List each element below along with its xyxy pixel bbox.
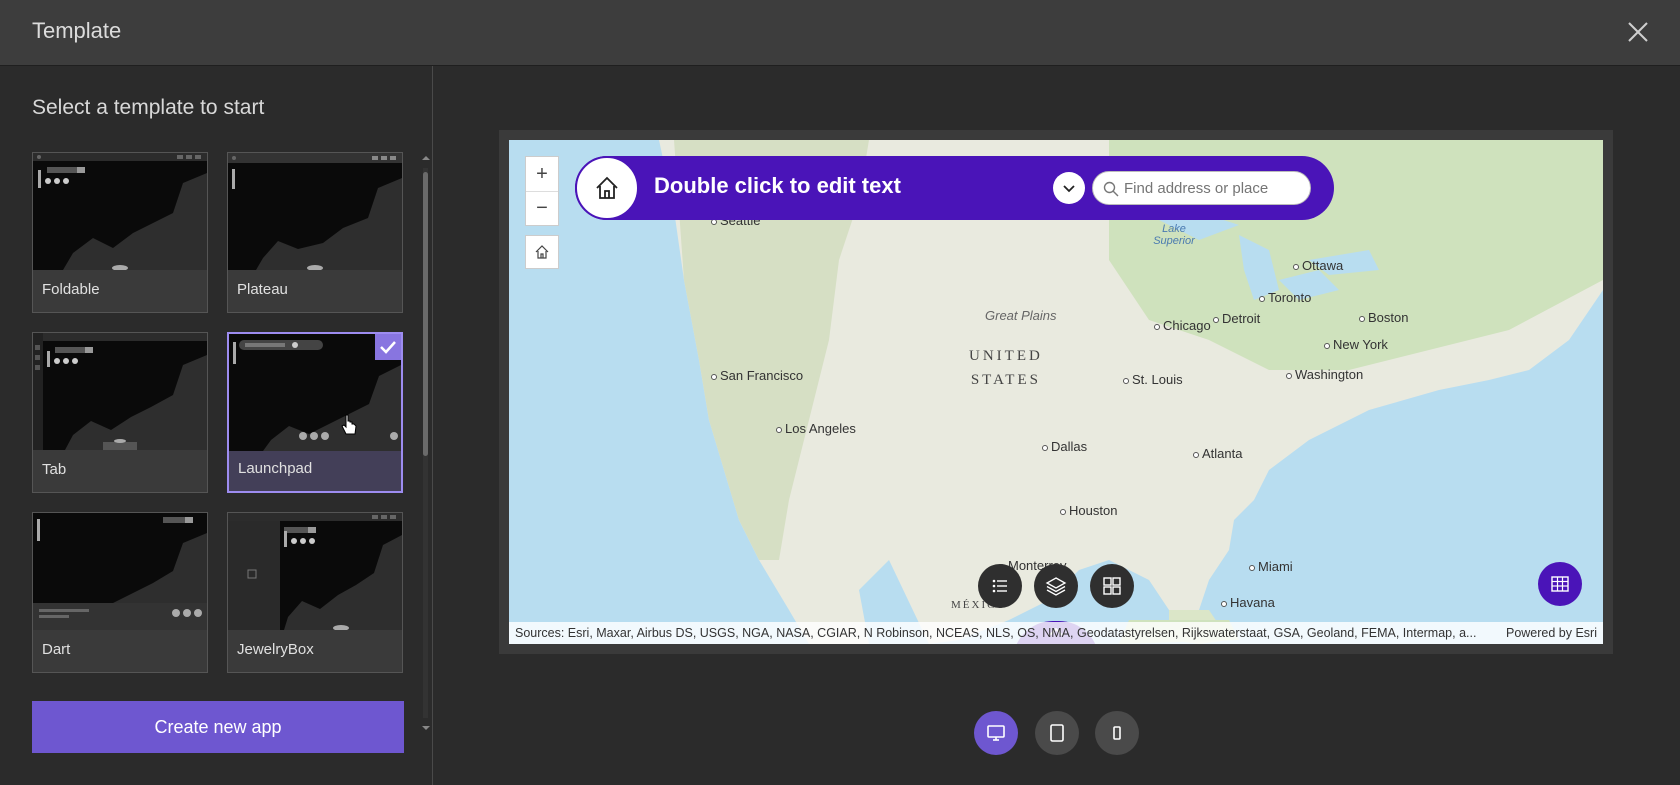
mobile-view-button[interactable] — [1095, 711, 1139, 755]
tablet-view-button[interactable] — [1035, 711, 1079, 755]
city-label-st-louis: St. Louis — [1123, 372, 1183, 387]
powered-by-esri[interactable]: Powered by Esri — [1506, 626, 1597, 640]
city-label-washington: Washington — [1286, 367, 1363, 382]
region-label: UNITED STATES — [969, 348, 1043, 388]
zoom-in-button[interactable]: + — [526, 157, 558, 191]
legend-button[interactable] — [978, 564, 1022, 608]
template-thumbnail — [228, 153, 402, 270]
preview-panel: Seattle San Francisco Los Angeles Dallas… — [434, 66, 1680, 785]
grid-icon — [1103, 577, 1121, 595]
plains-label: Great Plains — [985, 308, 1057, 323]
search-input[interactable] — [1092, 171, 1311, 205]
chevron-down-icon — [1063, 185, 1075, 193]
template-card-jewelrybox[interactable]: JewelryBox — [227, 512, 403, 673]
template-card-plateau[interactable]: Plateau — [227, 152, 403, 313]
city-label-boston: Boston — [1359, 310, 1408, 325]
template-thumbnail — [33, 333, 207, 450]
device-preview-toggle — [974, 711, 1144, 755]
city-label-toronto: Toronto — [1259, 290, 1311, 305]
city-label-chicago: Chicago — [1154, 318, 1211, 333]
city-label-new-york: New York — [1324, 337, 1388, 352]
preview-frame: Seattle San Francisco Los Angeles Dallas… — [499, 130, 1613, 654]
scroll-down-icon[interactable] — [421, 724, 431, 732]
city-label-atlanta: Atlanta — [1193, 446, 1242, 461]
city-label-houston: Houston — [1060, 503, 1117, 518]
mobile-icon — [1113, 726, 1121, 740]
default-extent-button[interactable] — [525, 235, 559, 269]
template-scrollbar[interactable] — [421, 154, 431, 734]
template-thumbnail — [33, 153, 207, 270]
city-label-detroit: Detroit — [1213, 311, 1260, 326]
header-banner: Double click to edit text — [575, 156, 1334, 220]
search-source-dropdown[interactable] — [1053, 172, 1085, 204]
close-icon[interactable] — [1624, 18, 1652, 46]
template-label: Tab — [42, 461, 67, 478]
scroll-up-icon[interactable] — [421, 154, 431, 162]
template-card-foldable[interactable]: Foldable — [32, 152, 208, 313]
template-label: Foldable — [42, 281, 100, 298]
search-icon — [1103, 181, 1119, 197]
table-icon — [1551, 576, 1569, 592]
template-card-tab[interactable]: Tab — [32, 332, 208, 493]
panel-heading: Select a template to start — [32, 96, 265, 119]
template-card-dart[interactable]: Dart — [32, 512, 208, 673]
lake-label: Lake Superior — [1153, 223, 1195, 247]
pointer-cursor-icon — [341, 414, 357, 435]
attribute-table-button[interactable] — [1538, 562, 1582, 606]
banner-home-button[interactable] — [575, 156, 639, 220]
layers-button[interactable] — [1034, 564, 1078, 608]
home-icon — [535, 245, 549, 259]
template-label: Launchpad — [238, 460, 313, 477]
map-view[interactable]: Seattle San Francisco Los Angeles Dallas… — [509, 140, 1603, 644]
list-icon — [992, 579, 1007, 593]
tablet-icon — [1050, 724, 1064, 742]
desktop-icon — [987, 725, 1005, 741]
template-thumbnail — [228, 513, 402, 630]
create-new-app-button[interactable]: Create new app — [32, 701, 404, 753]
template-label: JewelryBox — [237, 641, 314, 658]
zoom-control: + − — [525, 156, 559, 226]
template-label: Plateau — [237, 281, 288, 298]
layers-icon — [1045, 577, 1067, 596]
template-card-launchpad[interactable]: Launchpad — [227, 332, 403, 493]
home-icon — [596, 176, 618, 199]
map-attribution: Sources: Esri, Maxar, Airbus DS, USGS, N… — [509, 622, 1603, 644]
city-label-los-angeles: Los Angeles — [776, 421, 856, 436]
template-panel: Select a template to start Foldable Plat… — [0, 66, 433, 785]
selected-check-icon — [375, 334, 401, 360]
city-label-dallas: Dallas — [1042, 439, 1087, 454]
banner-title[interactable]: Double click to edit text — [654, 173, 901, 199]
city-label-havana: Havana — [1221, 595, 1275, 610]
dialog-header: Template — [0, 0, 1680, 66]
template-thumbnail — [33, 513, 207, 630]
city-label-san-francisco: San Francisco — [711, 368, 803, 383]
dialog-title: Template — [32, 18, 122, 43]
basemap-gallery-button[interactable] — [1090, 564, 1134, 608]
city-label-miami: Miami — [1249, 559, 1293, 574]
city-label-ottawa: Ottawa — [1293, 258, 1343, 273]
desktop-view-button[interactable] — [974, 711, 1018, 755]
scroll-thumb[interactable] — [423, 172, 428, 456]
attribution-sources[interactable]: Sources: Esri, Maxar, Airbus DS, USGS, N… — [515, 626, 1476, 640]
template-label: Dart — [42, 641, 71, 658]
zoom-out-button[interactable]: − — [526, 191, 558, 225]
